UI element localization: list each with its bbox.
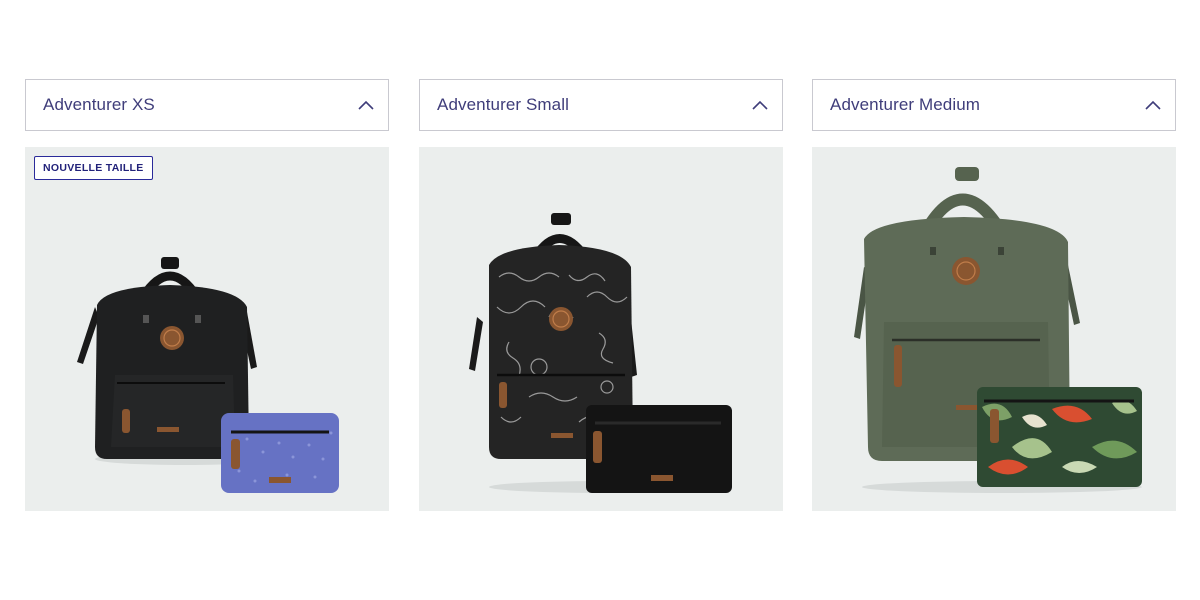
product-card-medium[interactable] xyxy=(812,147,1176,511)
product-column-medium: Adventurer Medium xyxy=(812,79,1176,511)
chevron-up-icon xyxy=(358,100,374,110)
product-column-small: Adventurer Small xyxy=(419,79,783,511)
chevron-up-icon xyxy=(1145,100,1161,110)
dropdown-label: Adventurer Small xyxy=(437,95,569,114)
product-column-xs: Adventurer XS NOUVELLE TAILLE xyxy=(25,79,389,511)
backpack-image xyxy=(469,213,732,493)
new-size-badge: NOUVELLE TAILLE xyxy=(34,156,153,180)
chevron-up-icon xyxy=(752,100,768,110)
size-dropdown-small[interactable]: Adventurer Small xyxy=(419,79,783,131)
dropdown-label: Adventurer XS xyxy=(43,95,155,114)
size-dropdown-xs[interactable]: Adventurer XS xyxy=(25,79,389,131)
backpack-image xyxy=(77,257,339,493)
product-card-small[interactable] xyxy=(419,147,783,511)
size-dropdown-medium[interactable]: Adventurer Medium xyxy=(812,79,1176,131)
backpack-image xyxy=(854,167,1142,493)
product-card-xs[interactable]: NOUVELLE TAILLE xyxy=(25,147,389,511)
dropdown-label: Adventurer Medium xyxy=(830,95,981,114)
